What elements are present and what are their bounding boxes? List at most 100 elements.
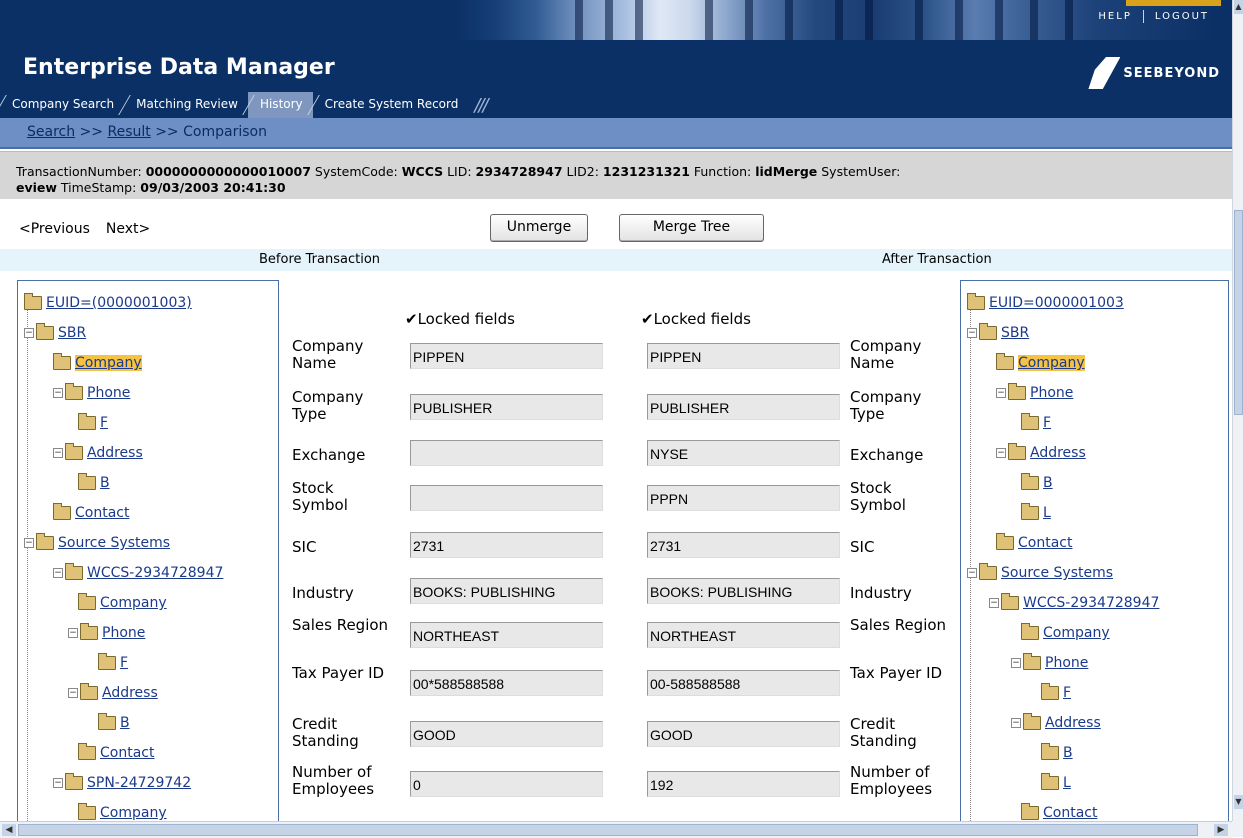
tree-node-wccs-phone[interactable]: Phone: [102, 625, 145, 641]
tree-node-euid[interactable]: EUID=0000001003: [989, 295, 1124, 311]
tree-node-wccs-address[interactable]: Address: [102, 685, 158, 701]
tree-node-wccs-company[interactable]: Company: [1043, 625, 1110, 641]
after-credit-standing-field[interactable]: GOOD: [647, 721, 840, 747]
collapse-icon[interactable]: −: [53, 778, 63, 788]
field-row: Company Name PIPPEN PIPPEN Company Name: [285, 338, 955, 378]
tree-node-company[interactable]: Company: [1018, 355, 1085, 371]
folder-icon: [1041, 743, 1059, 760]
collapse-icon[interactable]: −: [24, 538, 34, 548]
before-sales-region-field[interactable]: NORTHEAST: [410, 622, 603, 648]
after-locked-fields-toggle[interactable]: ✔Locked fields: [641, 310, 751, 328]
breadcrumb-search-link[interactable]: Search: [27, 124, 75, 140]
tree-node-sbr[interactable]: SBR: [1001, 325, 1029, 341]
collapse-icon[interactable]: −: [989, 598, 999, 608]
merge-tree-button[interactable]: Merge Tree: [619, 214, 764, 242]
tree-node-spn[interactable]: SPN-24729742: [87, 775, 191, 791]
tree-node-phone[interactable]: Phone: [87, 385, 130, 401]
tree-node-source-systems[interactable]: Source Systems: [1001, 565, 1113, 581]
after-tax-payer-id-field[interactable]: 00-588588588: [647, 670, 840, 696]
tree-node-wccs-address-b[interactable]: B: [120, 715, 130, 731]
collapse-icon[interactable]: −: [53, 388, 63, 398]
horizontal-scroll-thumb[interactable]: [18, 824, 1198, 836]
tree-node-wccs[interactable]: WCCS-2934728947: [1023, 595, 1159, 611]
before-exchange-field[interactable]: [410, 440, 603, 466]
tree-node-contact[interactable]: Contact: [75, 505, 129, 521]
folder-icon: [1021, 623, 1039, 640]
breadcrumb-result-link[interactable]: Result: [107, 124, 150, 140]
collapse-icon[interactable]: −: [967, 328, 977, 338]
collapse-icon[interactable]: −: [68, 688, 78, 698]
previous-link[interactable]: <Previous: [19, 221, 90, 237]
tree-node-wccs[interactable]: WCCS-2934728947: [87, 565, 223, 581]
tree-node-wccs-contact[interactable]: Contact: [1043, 805, 1097, 821]
before-number-of-employees-field[interactable]: 0: [410, 771, 603, 797]
after-sales-region-field[interactable]: NORTHEAST: [647, 622, 840, 648]
vertical-scrollbar[interactable]: ▲ ▼: [1232, 0, 1243, 821]
field-row: Stock Symbol PPPN Stock Symbol: [285, 480, 955, 520]
before-industry-field[interactable]: BOOKS: PUBLISHING: [410, 578, 603, 604]
after-sic-field[interactable]: 2731: [647, 532, 840, 558]
before-tax-payer-id-field[interactable]: 00*588588588: [410, 670, 603, 696]
after-company-name-field[interactable]: PIPPEN: [647, 343, 840, 369]
tab-history[interactable]: History: [247, 92, 313, 118]
collapse-icon[interactable]: −: [996, 388, 1006, 398]
scroll-up-icon[interactable]: ▲: [1234, 0, 1243, 14]
logout-link[interactable]: LOGOUT: [1144, 11, 1220, 22]
after-stock-symbol-field[interactable]: PPPN: [647, 485, 840, 511]
after-number-of-employees-field[interactable]: 192: [647, 771, 840, 797]
tree-node-address[interactable]: Address: [87, 445, 143, 461]
tree-node-euid[interactable]: EUID=(0000001003): [46, 295, 192, 311]
tree-node-wccs-address-l[interactable]: L: [1063, 775, 1071, 791]
tree-node-spn-company[interactable]: Company: [100, 805, 167, 821]
field-label-before: Exchange: [292, 446, 366, 464]
before-locked-fields-toggle[interactable]: ✔Locked fields: [405, 310, 515, 328]
horizontal-scrollbar[interactable]: ◀ ▶: [0, 821, 1232, 838]
tree-node-wccs-phone-f[interactable]: F: [1063, 685, 1071, 701]
collapse-icon[interactable]: −: [996, 448, 1006, 458]
tree-node-company[interactable]: Company: [75, 355, 142, 371]
tree-node: EUID=0000001003: [967, 293, 1124, 313]
tab-matching-review[interactable]: Matching Review: [124, 92, 248, 118]
before-credit-standing-field[interactable]: GOOD: [410, 721, 603, 747]
collapse-icon[interactable]: −: [1011, 658, 1021, 668]
collapse-icon[interactable]: −: [53, 448, 63, 458]
tab-create-system-record[interactable]: Create System Record: [313, 92, 469, 118]
tree-node-contact[interactable]: Contact: [1018, 535, 1072, 551]
tree-node-address-b[interactable]: B: [100, 475, 110, 491]
tree-node-phone-f[interactable]: F: [1043, 415, 1051, 431]
tree-node-wccs-phone[interactable]: Phone: [1045, 655, 1088, 671]
after-exchange-field[interactable]: NYSE: [647, 440, 840, 466]
tree-node-phone[interactable]: Phone: [1030, 385, 1073, 401]
before-sic-field[interactable]: 2731: [410, 532, 603, 558]
tree-node-wccs-contact[interactable]: Contact: [100, 745, 154, 761]
collapse-icon[interactable]: −: [68, 628, 78, 638]
vertical-scroll-thumb[interactable]: [1234, 210, 1243, 415]
tree-node-wccs-address-b[interactable]: B: [1063, 745, 1073, 761]
tree-node-address-l[interactable]: L: [1043, 505, 1051, 521]
after-industry-field[interactable]: BOOKS: PUBLISHING: [647, 578, 840, 604]
collapse-icon[interactable]: −: [24, 328, 34, 338]
collapse-icon[interactable]: −: [53, 568, 63, 578]
tree-node-address-b[interactable]: B: [1043, 475, 1053, 491]
tree-node-source-systems[interactable]: Source Systems: [58, 535, 170, 551]
tree-node-wccs-phone-f[interactable]: F: [120, 655, 128, 671]
tree-node-address[interactable]: Address: [1030, 445, 1086, 461]
help-link[interactable]: HELP: [1087, 11, 1142, 22]
next-link[interactable]: Next>: [106, 221, 150, 237]
before-company-name-field[interactable]: PIPPEN: [410, 343, 603, 369]
scroll-right-icon[interactable]: ▶: [1214, 824, 1228, 836]
before-stock-symbol-field[interactable]: [410, 485, 603, 511]
collapse-icon[interactable]: −: [967, 568, 977, 578]
scroll-left-icon[interactable]: ◀: [2, 824, 16, 836]
tab-company-search[interactable]: Company Search: [0, 92, 124, 118]
tree-node-phone-f[interactable]: F: [100, 415, 108, 431]
tree-node-sbr[interactable]: SBR: [58, 325, 86, 341]
collapse-icon[interactable]: −: [1011, 718, 1021, 728]
tree-node-wccs-address[interactable]: Address: [1045, 715, 1101, 731]
unmerge-button[interactable]: Unmerge: [490, 214, 588, 242]
folder-icon: [78, 473, 96, 490]
before-company-type-field[interactable]: PUBLISHER: [410, 394, 603, 420]
tree-node-wccs-company[interactable]: Company: [100, 595, 167, 611]
scroll-down-icon[interactable]: ▼: [1234, 795, 1243, 809]
after-company-type-field[interactable]: PUBLISHER: [647, 394, 840, 420]
